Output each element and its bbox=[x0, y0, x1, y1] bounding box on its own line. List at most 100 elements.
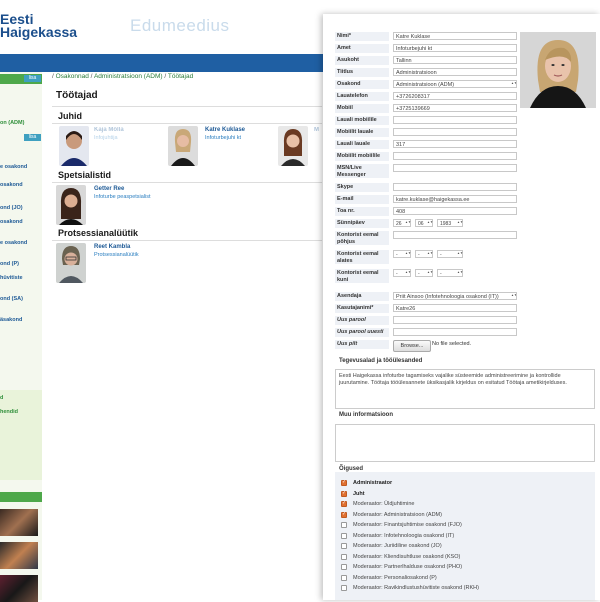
absent-from-year-select[interactable]: - bbox=[437, 250, 463, 258]
field-label: Kontorist eemal põhjus bbox=[335, 231, 389, 245]
rights-checkbox[interactable] bbox=[341, 553, 347, 560]
sidebar-item-6[interactable]: e osakond bbox=[0, 240, 27, 246]
field-label: Uus pilt bbox=[335, 340, 389, 349]
position-input[interactable]: Infoturbejuhi kt bbox=[393, 44, 517, 52]
field-label: Osakond bbox=[335, 80, 389, 89]
gallery-photo-1[interactable] bbox=[0, 509, 38, 536]
field-email: E-mail katre.kuklase@haigekassa.ee bbox=[335, 195, 520, 204]
rights-checkbox[interactable] bbox=[341, 500, 347, 507]
birthday-month-select[interactable]: 06 bbox=[415, 219, 433, 227]
rights-checkbox[interactable] bbox=[341, 522, 347, 528]
rights-checkbox[interactable] bbox=[341, 574, 347, 581]
field-label: Kasutajanimi* bbox=[335, 304, 389, 313]
field-label: E-mail bbox=[335, 195, 389, 204]
field-absent-from: Kontorist eemal alates - - - bbox=[335, 250, 520, 264]
breadcrumb-adm[interactable]: Administratsioon (ADM) bbox=[94, 73, 163, 80]
rights-checkbox[interactable] bbox=[341, 532, 347, 539]
desk-to-desk-input[interactable]: 317 bbox=[393, 140, 517, 148]
desk-phone-input[interactable]: +3726208317 bbox=[393, 92, 517, 100]
sidebar-item-12[interactable]: hendid bbox=[0, 409, 18, 415]
absent-until-month-select[interactable]: - bbox=[415, 269, 433, 277]
page-title: Töötajad bbox=[56, 90, 98, 101]
gallery-photo-2[interactable] bbox=[0, 542, 38, 569]
new-password-input[interactable] bbox=[393, 316, 517, 324]
sidebar-item-adm[interactable]: on (ADM) bbox=[0, 120, 24, 126]
new-password-again-input[interactable] bbox=[393, 328, 517, 336]
rights-checkbox[interactable] bbox=[341, 543, 347, 549]
sidebar-add-button[interactable]: lisa bbox=[24, 75, 41, 82]
absent-until-year-select[interactable]: - bbox=[437, 269, 463, 277]
skype-input[interactable] bbox=[393, 183, 517, 191]
rights-checkbox[interactable] bbox=[341, 511, 347, 518]
field-username: Kasutajanimi* Katre26 bbox=[335, 304, 520, 313]
rights-checkbox[interactable] bbox=[341, 479, 347, 486]
duties-textarea[interactable]: Eesti Haigekassa infoturbe tagamiseks va… bbox=[335, 369, 595, 409]
absent-from-month-select[interactable]: - bbox=[415, 250, 433, 258]
sidebar-item-3[interactable]: osakond bbox=[0, 182, 23, 188]
msn-input[interactable] bbox=[393, 164, 517, 172]
field-label: Skype bbox=[335, 183, 389, 192]
mobile-input[interactable]: +3725139669 bbox=[393, 104, 517, 112]
sidebar-item-sa[interactable]: ond (SA) bbox=[0, 296, 23, 302]
rights-checkbox[interactable] bbox=[341, 585, 347, 591]
leader-name[interactable]: M bbox=[314, 127, 319, 133]
leader-name[interactable]: Kaja Mölla bbox=[94, 127, 124, 133]
email-input[interactable]: katre.kuklase@haigekassa.ee bbox=[393, 195, 517, 203]
photo-getter[interactable] bbox=[56, 185, 86, 225]
desk-to-mobile-input[interactable] bbox=[393, 116, 517, 124]
rights-checkbox[interactable] bbox=[341, 564, 347, 570]
other-info-textarea[interactable] bbox=[335, 424, 595, 462]
field-label: Tiitlus bbox=[335, 68, 389, 77]
sidebar-add-button-2[interactable]: lisa bbox=[24, 134, 41, 141]
room-input[interactable]: 408 bbox=[393, 207, 517, 215]
sidebar-item-jo[interactable]: ond (JO) bbox=[0, 205, 23, 211]
field-msn: MSN/Live Messenger bbox=[335, 164, 520, 178]
name-input[interactable]: Katre Kuklase bbox=[393, 32, 517, 40]
browse-button[interactable]: Browse... bbox=[393, 340, 431, 352]
birthday-day-select[interactable]: 26 bbox=[393, 219, 411, 227]
rights-checkbox-label: Juht bbox=[353, 490, 365, 497]
field-mobile: Mobiil +3725139669 bbox=[335, 104, 520, 113]
mobile-to-desk-input[interactable] bbox=[393, 128, 517, 136]
sidebar-item-8[interactable]: hüvitiste bbox=[0, 275, 23, 281]
edit-user-modal: Nimi* Katre Kuklase Amet Infoturbejuhi kt … bbox=[323, 14, 600, 600]
field-label: Lauatelefon bbox=[335, 92, 389, 101]
field-absent-reason: Kontorist eemal põhjus bbox=[335, 231, 520, 245]
leader-name[interactable]: Katre Kuklase bbox=[205, 127, 245, 133]
gallery-photo-3[interactable] bbox=[0, 575, 38, 602]
breadcrumb-osakonnad[interactable]: Osakonnad bbox=[56, 73, 89, 80]
photo-leader-3[interactable] bbox=[278, 126, 308, 166]
photo-kaja[interactable] bbox=[59, 126, 89, 166]
field-birthday: Sünnipäev 26 06 1983 bbox=[335, 219, 520, 228]
photo-katre[interactable] bbox=[168, 126, 198, 166]
analyst-name[interactable]: Reet Kambla bbox=[94, 244, 130, 250]
haigekassa-logo[interactable]: Eesti Haigekassa bbox=[0, 12, 77, 39]
absent-from-day-select[interactable]: - bbox=[393, 250, 411, 258]
field-room: Toa nr. 408 bbox=[335, 207, 520, 216]
mobile-to-mobile-input[interactable] bbox=[393, 152, 517, 160]
department-select[interactable]: Administratsioon (ADM) bbox=[393, 80, 517, 88]
location-input[interactable]: Tallinn bbox=[393, 56, 517, 64]
absent-until-day-select[interactable]: - bbox=[393, 269, 411, 277]
title-input[interactable]: Administratsioon bbox=[393, 68, 517, 76]
specialist-name[interactable]: Getter Ree bbox=[94, 186, 124, 192]
birthday-year-select[interactable]: 1983 bbox=[437, 219, 463, 227]
photo-reet[interactable] bbox=[56, 243, 86, 283]
rights-checkbox[interactable] bbox=[341, 490, 347, 497]
sidebar-item-2[interactable]: e osakond bbox=[0, 164, 27, 170]
field-department: Osakond Administratsioon (ADM) bbox=[335, 80, 520, 89]
sidebar-item-p[interactable]: ond (P) bbox=[0, 261, 19, 267]
absent-reason-input[interactable] bbox=[393, 231, 517, 239]
sidebar-item-11[interactable]: d bbox=[0, 395, 3, 401]
field-label: Mobiilit lauale bbox=[335, 128, 389, 137]
sidebar-item-5[interactable]: osakond bbox=[0, 219, 23, 225]
app-title: Edumeedius bbox=[130, 16, 230, 35]
sidebar-item-10[interactable]: äsakond bbox=[0, 317, 22, 323]
username-input[interactable]: Katre26 bbox=[393, 304, 517, 312]
no-file-text: No file selected. bbox=[432, 341, 472, 347]
breadcrumb-tootajad[interactable]: Töötajad bbox=[168, 73, 193, 80]
rights-list: Administraator Juht Moderaator: Üldjuhtimi… bbox=[335, 472, 595, 600]
field-new-photo: Uus pilt Browse... No file selected. bbox=[335, 340, 520, 352]
deputy-select[interactable]: Priit Ainsoo (Infotehnoloogia osakond (I… bbox=[393, 292, 517, 300]
field-label: Toa nr. bbox=[335, 207, 389, 216]
